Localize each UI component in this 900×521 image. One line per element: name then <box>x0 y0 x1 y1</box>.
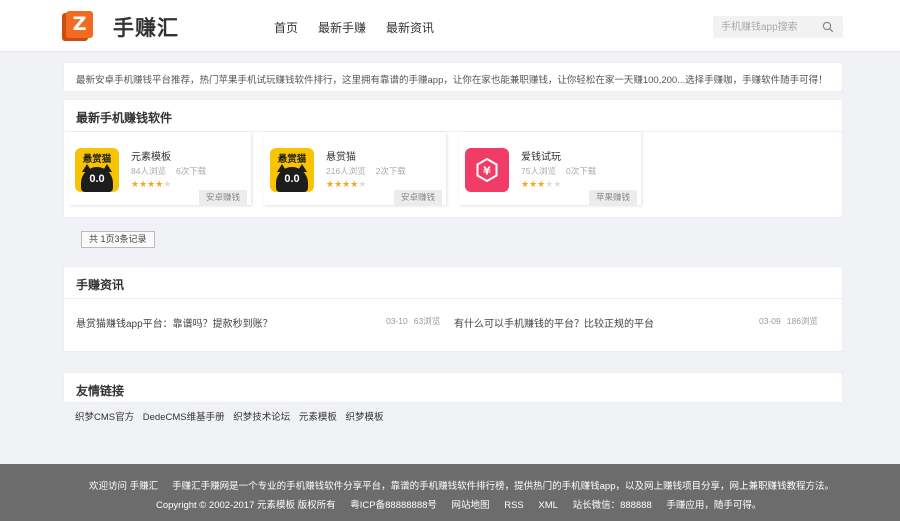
star-filled-icon: ★ <box>139 179 148 189</box>
news-views: 186浏览 <box>786 316 818 326</box>
intro-text: 最新安卓手机赚钱平台推荐，热门苹果手机试玩赚钱软件排行，这里拥有靠谱的手赚app… <box>76 75 828 86</box>
footer-wechat: 站长微信：888888 <box>572 500 652 511</box>
app-card[interactable]: 悬赏猫 0.0 元素模板 84人浏览 6次下载 ★★★★★ 安卓赚钱 <box>69 132 251 205</box>
svg-text:¥: ¥ <box>483 165 491 178</box>
news-section-title: 手赚资讯 <box>76 278 125 292</box>
main-nav: 首页 最新手赚 最新资讯 <box>274 19 454 36</box>
site-brand[interactable]: 手赚汇 <box>113 12 179 42</box>
footer-rss-link[interactable]: RSS <box>504 500 524 511</box>
footer-description: 手赚汇手赚网是一个专业的手机赚钱软件分享平台，靠谱的手机赚钱软件排行榜，提供热门… <box>172 481 834 492</box>
links-panel: 友情链接 <box>63 372 843 403</box>
friend-link[interactable]: 织梦CMS官方 <box>75 412 134 423</box>
nav-item-home[interactable]: 首页 <box>274 19 298 36</box>
app-name[interactable]: 爱钱试玩 <box>521 148 561 163</box>
app-icon-text: 悬赏猫 <box>82 154 112 165</box>
rating-stars: ★★★★★ <box>521 179 561 190</box>
star-filled-icon: ★ <box>529 179 538 189</box>
star-filled-icon: ★ <box>521 179 530 189</box>
links-section-title: 友情链接 <box>76 384 125 398</box>
footer-xml-link[interactable]: XML <box>538 500 558 511</box>
news-date: 03-10 <box>386 316 408 326</box>
app-views: 84人浏览 <box>131 166 166 176</box>
app-downloads: 6次下载 <box>175 166 207 176</box>
app-card[interactable]: 悬赏猫 0.0 悬赏猫 216人浏览 2次下载 ★★★★★ 安卓赚钱 <box>264 132 446 205</box>
yen-hexagon-icon[interactable]: ¥ <box>465 148 509 192</box>
logo-letter: Z <box>66 11 93 38</box>
news-date: 03-09 <box>759 316 781 326</box>
friend-link[interactable]: DedeCMS维基手册 <box>143 412 225 423</box>
app-category-tag[interactable]: 苹果赚钱 <box>589 190 637 205</box>
friend-link[interactable]: 织梦模板 <box>346 412 384 423</box>
site-header: Z 手赚汇 首页 最新手赚 最新资讯 <box>0 0 900 52</box>
search-box <box>713 16 843 38</box>
app-stats: 216人浏览 2次下载 <box>326 165 406 177</box>
intro-panel: 最新安卓手机赚钱平台推荐，热门苹果手机试玩赚钱软件排行，这里拥有靠谱的手赚app… <box>63 62 843 92</box>
site-footer: 欢迎访问 手赚汇 手赚汇手赚网是一个专业的手机赚钱软件分享平台，靠谱的手机赚钱软件… <box>0 464 900 521</box>
app-downloads: 0次下载 <box>565 166 597 176</box>
star-filled-icon: ★ <box>326 179 335 189</box>
news-item-title[interactable]: 有什么可以手机赚钱的平台？比较正规的平台 <box>454 315 654 330</box>
rating-stars: ★★★★★ <box>131 179 171 190</box>
app-stats: 75人浏览 0次下载 <box>521 165 596 177</box>
app-category-tag[interactable]: 安卓赚钱 <box>394 190 442 205</box>
app-icon-text: 悬赏猫 <box>277 154 307 165</box>
app-category-tag[interactable]: 安卓赚钱 <box>199 190 247 205</box>
divider <box>64 298 842 299</box>
app-name[interactable]: 元素模板 <box>131 148 171 163</box>
pagination-info: 共 1页3条记录 <box>81 231 155 248</box>
news-panel: 手赚资讯 悬赏猫赚钱app平台：靠谱吗？提款秒到账？ 03-10 63浏览 有什么… <box>63 266 843 352</box>
footer-sitemap-link[interactable]: 网站地图 <box>452 500 490 511</box>
cat-face-icon[interactable]: 悬赏猫 0.0 <box>75 148 119 192</box>
nav-item-latest-apps[interactable]: 最新手赚 <box>318 19 366 36</box>
footer-line-1: 欢迎访问 手赚汇 手赚汇手赚网是一个专业的手机赚钱软件分享平台，靠谱的手机赚钱软件… <box>89 478 834 492</box>
yen-icon: ¥ <box>476 158 498 182</box>
site-logo[interactable]: Z <box>62 11 93 41</box>
cat-face: 0.0 <box>276 167 308 192</box>
search-icon[interactable] <box>822 21 834 33</box>
app-views: 216人浏览 <box>326 166 366 176</box>
rating-stars: ★★★★★ <box>326 179 366 190</box>
footer-line-2: Copyright © 2002-2017 元素模板 版权所有 粤ICP备888… <box>156 497 773 511</box>
footer-slogan: 手赚应用，随手可得。 <box>666 500 762 511</box>
news-item-meta: 03-10 63浏览 <box>386 315 440 327</box>
app-views: 75人浏览 <box>521 166 556 176</box>
app-downloads: 2次下载 <box>375 166 406 176</box>
apps-section-title: 最新手机赚钱软件 <box>76 111 173 125</box>
star-empty-icon: ★ <box>553 179 562 189</box>
news-item-title[interactable]: 悬赏猫赚钱app平台：靠谱吗？提款秒到账？ <box>76 315 273 330</box>
app-card[interactable]: ¥ 爱钱试玩 75人浏览 0次下载 ★★★★★ 苹果赚钱 <box>459 132 641 205</box>
footer-copyright: Copyright © 2002-2017 元素模板 版权所有 <box>156 500 336 511</box>
friend-link[interactable]: 织梦技术论坛 <box>233 412 290 423</box>
footer-icp[interactable]: 粤ICP备88888888号 <box>350 500 437 511</box>
search-input[interactable] <box>721 19 821 35</box>
star-empty-icon: ★ <box>358 179 367 189</box>
star-filled-icon: ★ <box>334 179 343 189</box>
friend-link[interactable]: 元素模板 <box>299 412 337 423</box>
star-filled-icon: ★ <box>131 179 140 189</box>
app-stats: 84人浏览 6次下载 <box>131 165 206 177</box>
news-item-meta: 03-09 186浏览 <box>759 315 818 327</box>
star-empty-icon: ★ <box>163 179 172 189</box>
apps-panel: 最新手机赚钱软件 悬赏猫 0.0 元素模板 84人浏览 6次下载 ★★★★★ 安卓… <box>63 99 843 218</box>
nav-item-latest-news[interactable]: 最新资讯 <box>386 19 434 36</box>
news-views: 63浏览 <box>413 316 441 326</box>
cat-face-icon[interactable]: 悬赏猫 0.0 <box>270 148 314 192</box>
cat-face: 0.0 <box>81 167 113 192</box>
friend-links: 织梦CMS官方 DedeCMS维基手册 织梦技术论坛 元素模板 织梦模板 <box>75 409 390 423</box>
footer-welcome: 欢迎访问 手赚汇 <box>89 481 159 492</box>
app-name[interactable]: 悬赏猫 <box>326 148 356 163</box>
